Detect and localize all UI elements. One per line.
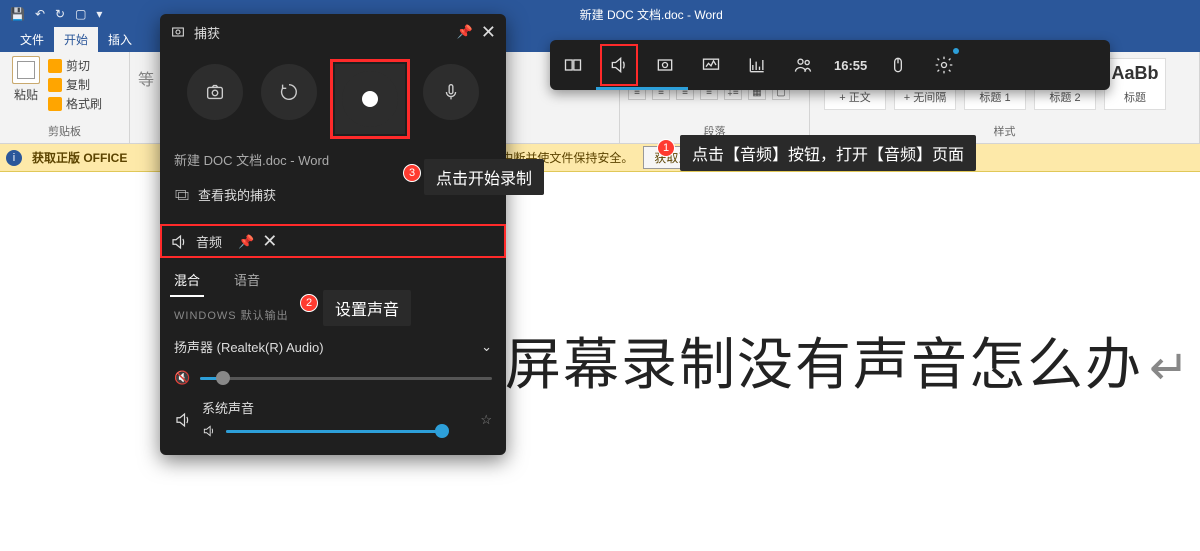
warning-heading: 获取正版 OFFICE [32, 149, 127, 166]
paste-label: 粘贴 [8, 86, 44, 103]
record-dot-icon [362, 91, 378, 107]
tab-voice[interactable]: 语音 [230, 264, 264, 297]
new-doc-icon[interactable]: ▢ [75, 7, 86, 21]
record-last-button[interactable] [261, 64, 317, 120]
copy-button[interactable]: 复制 [48, 75, 102, 94]
audio-header-icon [170, 233, 188, 251]
system-sound-label: 系统声音 [202, 398, 442, 417]
annotation-1: 点击【音频】按钮，打开【音频】页面 [680, 135, 976, 171]
paste-button[interactable]: 粘贴 [8, 56, 44, 103]
capture-header: 捕获 📌 ✕ [160, 14, 506, 50]
audio-icon[interactable] [596, 40, 642, 90]
format-painter-button[interactable]: 格式刷 [48, 94, 102, 113]
pin-icon[interactable]: 📌 [457, 24, 473, 40]
tab-mix[interactable]: 混合 [170, 264, 204, 297]
badge-1: 1 [657, 139, 675, 157]
undo-icon[interactable]: ↶ [35, 7, 45, 21]
output-device-row[interactable]: 扬声器 (Realtek(R) Audio) ⌄ [174, 331, 492, 362]
output-volume-slider[interactable]: 🔇 [174, 368, 492, 388]
redo-icon[interactable]: ↻ [55, 7, 65, 21]
gamebar-panel: 捕获 📌 ✕ 新建 DOC 文档.doc - Word 查看我的捕获 音频 📌 … [160, 14, 506, 455]
font-controls-icon[interactable]: 等 [138, 66, 154, 90]
widgets-icon[interactable] [550, 40, 596, 90]
audio-pin-icon[interactable]: 📌 [238, 234, 254, 250]
favorite-icon[interactable]: ☆ [480, 412, 492, 428]
quick-access-toolbar: 💾 ↶ ↻ ▢ ▾ [0, 7, 102, 21]
brush-icon [48, 97, 62, 111]
performance-icon[interactable] [688, 40, 734, 90]
output-device-name: 扬声器 (Realtek(R) Audio) [174, 337, 324, 356]
tab-insert[interactable]: 插入 [98, 27, 142, 52]
paragraph-mark-icon: ↵ [1149, 342, 1191, 395]
cut-button[interactable]: 剪切 [48, 56, 102, 75]
annotation-3: 点击开始录制 [424, 159, 544, 195]
style-title[interactable]: AaBb标题 [1104, 58, 1166, 110]
chevron-down-icon: ⌄ [481, 339, 492, 355]
system-volume-slider[interactable] [202, 421, 442, 441]
gamebar-clock: 16:55 [834, 58, 867, 73]
view-captures-label: 查看我的捕获 [198, 185, 276, 204]
audio-title: 音频 [196, 232, 222, 251]
volume-icon [202, 424, 216, 438]
qat-dropdown-icon[interactable]: ▾ [96, 7, 102, 21]
mouse-icon[interactable] [875, 40, 921, 90]
close-icon[interactable]: ✕ [481, 22, 496, 43]
badge-3: 3 [403, 164, 421, 182]
audio-close-icon[interactable]: ✕ [262, 231, 277, 252]
chart-icon[interactable] [734, 40, 780, 90]
save-icon[interactable]: 💾 [10, 7, 25, 21]
tab-home[interactable]: 开始 [54, 27, 98, 52]
cut-icon [48, 59, 62, 73]
paste-icon [12, 56, 40, 84]
speaker-icon [174, 411, 192, 429]
tab-file[interactable]: 文件 [10, 27, 54, 52]
mute-icon[interactable]: 🔇 [174, 370, 190, 386]
settings-icon[interactable] [921, 40, 967, 90]
capture-icon[interactable] [642, 40, 688, 90]
gamebar-toolbar: 16:55 [550, 40, 1110, 90]
screenshot-button[interactable] [187, 64, 243, 120]
group-clipboard-label: 剪贴板 [8, 121, 121, 139]
capture-title: 捕获 [194, 23, 220, 42]
badge-2: 2 [300, 294, 318, 312]
start-record-button[interactable] [335, 64, 405, 134]
mic-toggle-button[interactable] [423, 64, 479, 120]
capture-header-icon [170, 24, 186, 40]
copy-icon [48, 78, 62, 92]
audio-header[interactable]: 音频 📌 ✕ [160, 224, 506, 258]
annotation-2: 设置声音 [323, 290, 411, 326]
xbox-social-icon[interactable] [780, 40, 826, 90]
info-icon: i [6, 150, 22, 166]
